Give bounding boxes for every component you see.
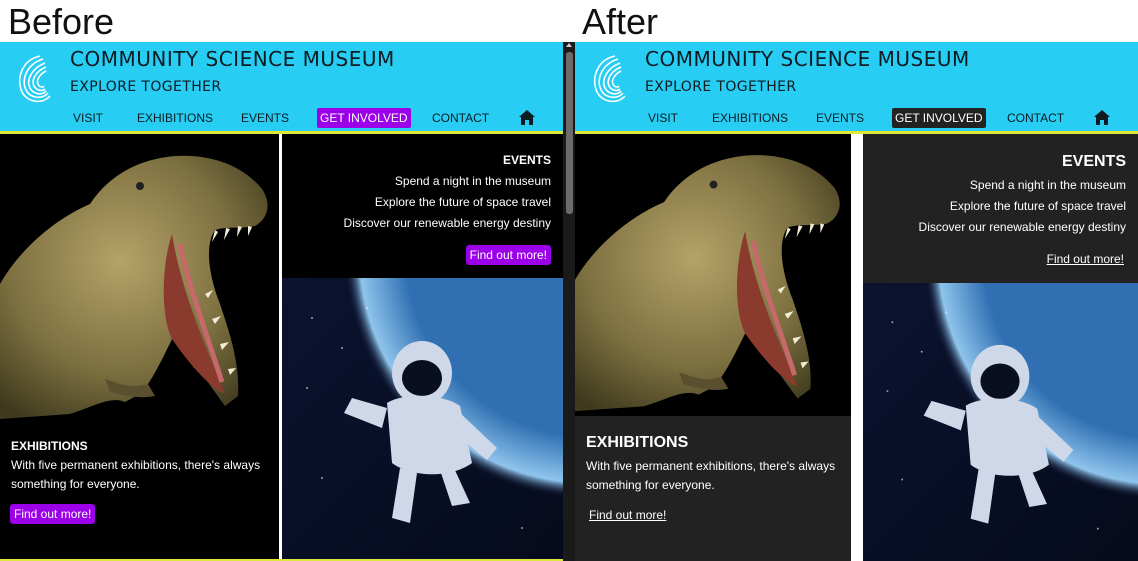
exhibitions-text: With five permanent exhibitions, there's… — [11, 458, 261, 491]
main-nav: VISIT EXHIBITIONS EVENTS GET INVOLVED CO… — [575, 108, 1138, 128]
events-heading: EVENTS — [1061, 153, 1126, 170]
site-tagline: EXPLORE TOGETHER — [645, 79, 797, 95]
exhibitions-card: EXHIBITIONS With five permanent exhibiti… — [0, 134, 279, 561]
events-list: EVENTS Spend a night in the museum Explo… — [344, 152, 551, 234]
main-nav: VISIT EXHIBITIONS EVENTS GET INVOLVED CO… — [0, 108, 563, 128]
swirl-logo-icon[interactable] — [587, 50, 629, 106]
home-icon[interactable] — [518, 109, 536, 126]
nav-item-contact[interactable]: CONTACT — [429, 108, 492, 128]
nav-item-visit[interactable]: VISIT — [645, 108, 681, 128]
nav-item-exhibitions[interactable]: EXHIBITIONS — [134, 108, 216, 128]
events-card: EVENTS Spend a night in the museum Explo… — [282, 134, 563, 561]
event-item: Explore the future of space travel — [374, 195, 551, 209]
site-tagline: EXPLORE TOGETHER — [70, 79, 222, 95]
nav-item-exhibitions[interactable]: EXHIBITIONS — [709, 108, 791, 128]
before-screenshot: COMMUNITY SCIENCE MUSEUM EXPLORE TOGETHE… — [0, 42, 563, 561]
exhibitions-heading: EXHIBITIONS — [586, 434, 689, 451]
nav-item-contact[interactable]: CONTACT — [1004, 108, 1067, 128]
exhibitions-find-out-more-button[interactable]: Find out more! — [10, 504, 96, 524]
site-title[interactable]: COMMUNITY SCIENCE MUSEUM — [645, 47, 970, 71]
nav-item-events[interactable]: EVENTS — [813, 108, 867, 128]
event-item: Discover our renewable energy destiny — [343, 216, 551, 230]
nav-item-events[interactable]: EVENTS — [238, 108, 292, 128]
nav-item-visit[interactable]: VISIT — [70, 108, 106, 128]
t-rex-image — [575, 134, 851, 416]
site-header: COMMUNITY SCIENCE MUSEUM EXPLORE TOGETHE… — [575, 42, 1138, 134]
nav-item-get-involved[interactable]: GET INVOLVED — [892, 108, 986, 128]
page-scrollbar[interactable] — [563, 42, 575, 561]
swirl-logo-icon[interactable] — [12, 50, 54, 106]
after-caption: After — [582, 1, 659, 42]
events-find-out-more-button[interactable]: Find out more! — [465, 245, 551, 265]
home-icon[interactable] — [1093, 109, 1111, 126]
events-heading: EVENTS — [502, 153, 551, 167]
exhibitions-text: With five permanent exhibitions, there's… — [586, 459, 836, 492]
scrollbar-thumb[interactable] — [566, 52, 573, 214]
event-item: Explore the future of space travel — [949, 199, 1126, 213]
events-list: EVENTS Spend a night in the museum Explo… — [919, 152, 1126, 238]
exhibitions-heading: EXHIBITIONS — [11, 439, 88, 453]
scroll-up-arrow-icon[interactable] — [566, 43, 572, 47]
t-rex-image — [0, 155, 268, 419]
event-item: Spend a night in the museum — [394, 174, 551, 188]
astronaut-image — [863, 283, 1138, 561]
events-card: EVENTS Spend a night in the museum Explo… — [863, 134, 1138, 561]
after-screenshot: COMMUNITY SCIENCE MUSEUM EXPLORE TOGETHE… — [575, 42, 1138, 561]
event-item: Discover our renewable energy destiny — [918, 220, 1126, 234]
before-caption: Before — [8, 1, 115, 42]
exhibitions-find-out-more-link[interactable]: Find out more! — [585, 505, 670, 525]
site-title[interactable]: COMMUNITY SCIENCE MUSEUM — [70, 47, 395, 71]
exhibitions-card: EXHIBITIONS With five permanent exhibiti… — [575, 134, 851, 561]
site-header: COMMUNITY SCIENCE MUSEUM EXPLORE TOGETHE… — [0, 42, 563, 134]
event-item: Spend a night in the museum — [969, 178, 1126, 192]
events-find-out-more-link[interactable]: Find out more! — [1043, 249, 1128, 269]
nav-item-get-involved[interactable]: GET INVOLVED — [317, 108, 411, 128]
astronaut-image — [282, 278, 563, 561]
